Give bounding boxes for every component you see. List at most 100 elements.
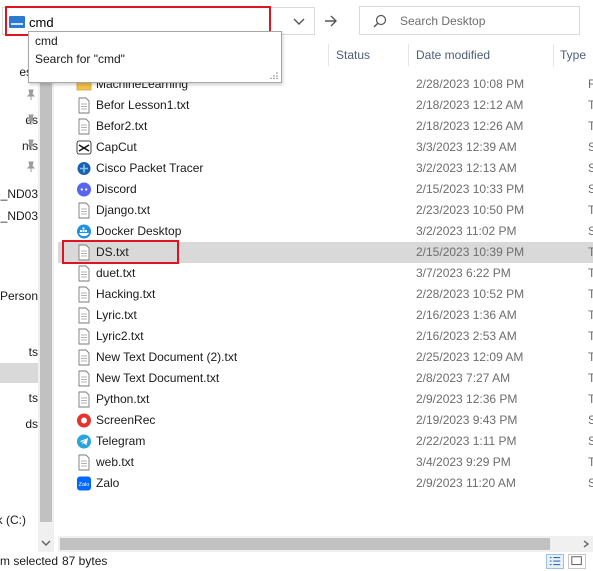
zalo-icon: Zalo — [76, 475, 92, 492]
scroll-right-icon[interactable] — [582, 540, 590, 548]
file-name: Docker Desktop — [96, 224, 182, 238]
file-row[interactable]: Docker Desktop 3/2/2023 11:02 PM Shorto — [58, 221, 593, 242]
file-date-modified: 2/15/2023 10:39 PM — [416, 245, 525, 259]
file-date-modified: 2/15/2023 10:33 PM — [416, 182, 525, 196]
file-name: DS.txt — [96, 245, 129, 259]
file-row[interactable]: ScreenRec 2/19/2023 9:43 PM Shorto — [58, 410, 593, 431]
text-file-icon — [76, 244, 92, 261]
nav-item-local-disk[interactable]: k (C:) — [0, 510, 40, 530]
text-file-icon — [76, 391, 92, 408]
nav-item-desktop-selected[interactable] — [0, 363, 40, 383]
suggestion-item-search[interactable]: Search for "cmd" — [35, 52, 125, 66]
file-name: Lyric.txt — [96, 308, 137, 322]
nav-scrollbar[interactable] — [38, 40, 54, 552]
nav-item-downloads-2[interactable]: ds — [0, 414, 40, 434]
file-type: Text D — [588, 98, 593, 112]
file-type: Text D — [588, 392, 593, 406]
pin-icon — [26, 89, 36, 100]
docker-icon — [76, 223, 92, 240]
file-row[interactable]: Zalo Zalo 2/9/2023 11:20 AM Shorto — [58, 473, 593, 494]
file-row[interactable]: Django.txt 2/23/2023 10:50 PM Text D — [58, 200, 593, 221]
column-header-status[interactable]: Status — [330, 40, 370, 70]
column-separator[interactable] — [328, 44, 329, 66]
file-row[interactable]: DS.txt 2/15/2023 10:39 PM Text D — [58, 242, 593, 263]
text-file-icon — [76, 286, 92, 303]
file-row[interactable]: Telegram 2/22/2023 1:11 PM Shorto — [58, 431, 593, 452]
details-view-button[interactable] — [546, 554, 564, 569]
selection-size-text: 87 bytes — [62, 554, 108, 568]
file-name: Befor2.txt — [96, 119, 148, 133]
nav-item-label: ds — [25, 417, 38, 431]
selection-count-text: m selected — [0, 554, 59, 568]
nav-item-onedrive-personal[interactable]: Person — [0, 286, 40, 306]
text-file-icon — [76, 307, 92, 324]
file-row[interactable]: Befor2.txt 2/18/2023 12:26 AM Text D — [58, 116, 593, 137]
column-separator[interactable] — [408, 44, 409, 66]
address-input[interactable] — [29, 12, 269, 32]
file-date-modified: 2/25/2023 12:09 AM — [416, 350, 524, 364]
file-type: Shorto — [588, 140, 593, 154]
telegram-icon — [76, 433, 92, 450]
file-row[interactable]: duet.txt 3/7/2023 6:22 PM Text D — [58, 263, 593, 284]
file-row[interactable]: Discord 2/15/2023 10:33 PM Shorto — [58, 179, 593, 200]
svg-text:Zalo: Zalo — [79, 482, 90, 488]
scroll-down-icon[interactable] — [41, 539, 51, 547]
file-date-modified: 2/18/2023 12:12 AM — [416, 98, 524, 112]
horizontal-scrollbar-thumb[interactable] — [60, 538, 550, 550]
file-name: ScreenRec — [96, 413, 156, 427]
file-type: Shorto — [588, 224, 593, 238]
file-type: Text D — [588, 329, 593, 343]
column-header-date-modified[interactable]: Date modified — [410, 40, 490, 70]
nav-scrollbar-thumb[interactable] — [40, 62, 52, 522]
file-name: Hacking.txt — [96, 287, 156, 301]
file-name: Django.txt — [96, 203, 151, 217]
file-type: Shorto — [588, 182, 593, 196]
file-date-modified: 3/3/2023 12:39 AM — [416, 140, 517, 154]
column-header-type[interactable]: Type — [554, 40, 586, 70]
text-file-icon — [76, 265, 92, 282]
file-date-modified: 3/2/2023 12:13 AM — [416, 161, 517, 175]
horizontal-scrollbar[interactable] — [58, 536, 593, 552]
file-row[interactable]: Cisco Packet Tracer 3/2/2023 12:13 AM Shor… — [58, 158, 593, 179]
chevron-down-icon[interactable] — [292, 14, 306, 28]
suggestion-item-cmd[interactable]: cmd — [35, 34, 58, 48]
file-date-modified: 2/9/2023 12:36 PM — [416, 392, 518, 406]
file-row[interactable]: CapCut 3/3/2023 12:39 AM Shorto — [58, 137, 593, 158]
file-row[interactable]: Befor Lesson1.txt 2/18/2023 12:12 AM Text … — [58, 95, 593, 116]
file-row[interactable]: Hacking.txt 2/28/2023 10:52 PM Text D — [58, 284, 593, 305]
file-row[interactable]: Lyric2.txt 2/16/2023 2:53 AM Text D — [58, 326, 593, 347]
file-type: Text D — [588, 371, 593, 385]
large-icons-view-icon — [571, 556, 582, 566]
file-name: Befor Lesson1.txt — [96, 98, 190, 112]
file-type: Shorto — [588, 161, 593, 175]
file-type: Text D — [588, 266, 593, 280]
file-date-modified: 3/7/2023 6:22 PM — [416, 266, 511, 280]
pin-icon — [26, 161, 36, 172]
file-list: MachineLearning2/28/2023 10:08 PMFile fo… — [58, 70, 593, 520]
file-row[interactable]: New Text Document (2).txt 2/25/2023 12:09… — [58, 347, 593, 368]
nav-item-folder-nd03-b[interactable]: e_ND03 — [0, 206, 40, 226]
capcut-icon — [76, 139, 92, 156]
search-box[interactable] — [359, 6, 580, 35]
file-row[interactable]: Lyric.txt 2/16/2023 1:36 AM Text D — [58, 305, 593, 326]
nav-item-documents-3[interactable]: ts — [0, 388, 40, 408]
file-date-modified: 2/23/2023 10:50 PM — [416, 203, 525, 217]
folder-location-icon — [9, 16, 25, 28]
file-date-modified: 3/4/2023 9:29 PM — [416, 455, 511, 469]
file-date-modified: 2/16/2023 2:53 AM — [416, 329, 517, 343]
nav-item-documents-2[interactable]: ts — [0, 342, 40, 362]
file-row[interactable]: web.txt 3/4/2023 9:29 PM Text D — [58, 452, 593, 473]
nav-item-folder-nd03-a[interactable]: e_ND03 — [0, 184, 40, 204]
file-name: web.txt — [96, 455, 135, 469]
go-arrow-icon[interactable] — [322, 12, 340, 30]
file-row[interactable]: Python.txt 2/9/2023 12:36 PM Text D — [58, 389, 593, 410]
file-row[interactable]: New Text Document.txt 2/8/2023 7:27 AM Tex… — [58, 368, 593, 389]
file-name: duet.txt — [96, 266, 136, 280]
search-input[interactable] — [400, 12, 570, 30]
file-date-modified: 2/19/2023 9:43 PM — [416, 413, 518, 427]
resize-grip-icon[interactable] — [270, 71, 278, 79]
file-name: Lyric2.txt — [96, 329, 144, 343]
pin-icon — [26, 139, 36, 150]
nav-drive-label: k (C:) — [0, 513, 26, 527]
large-icons-view-button[interactable] — [568, 554, 586, 569]
